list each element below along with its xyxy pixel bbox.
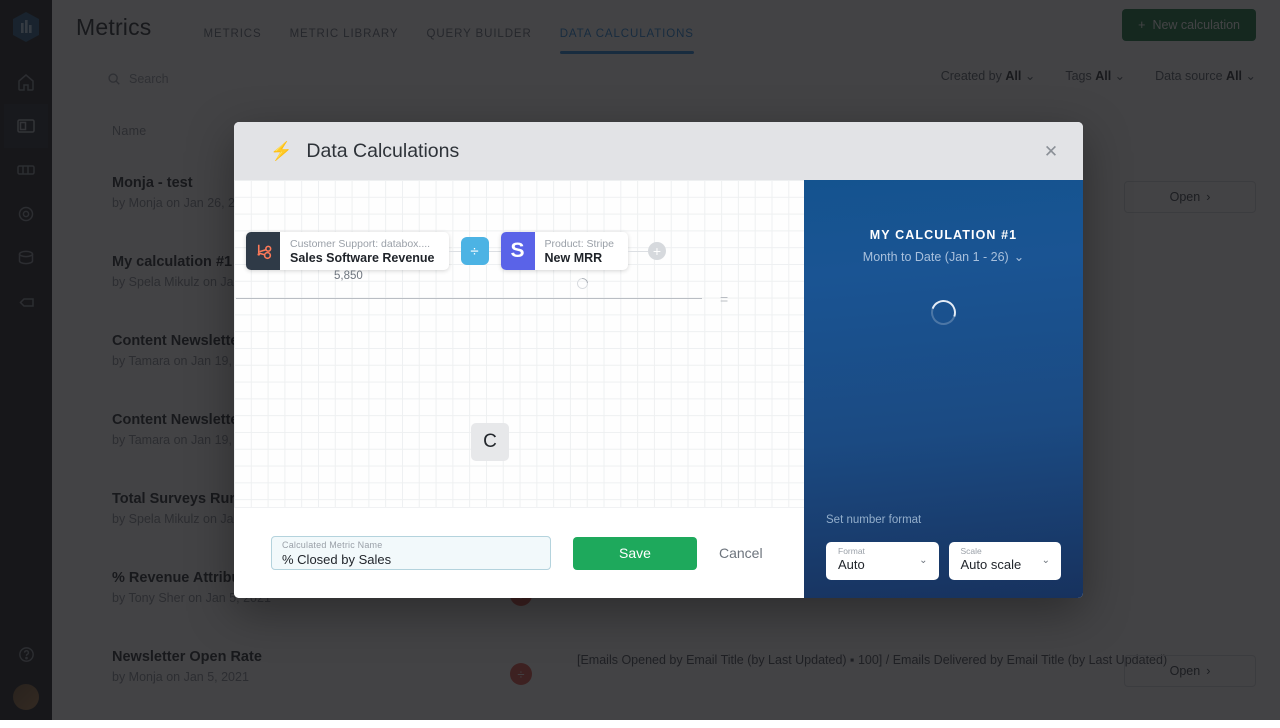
number-format-controls: Format Auto ⌄ Scale Auto scale ⌄ [826, 542, 1061, 580]
chevron-down-icon: ⌄ [1014, 249, 1024, 264]
formula-result-divider [236, 298, 702, 299]
chevron-down-icon: ⌄ [919, 555, 927, 566]
formula-term-1-value: 5,850 [334, 270, 363, 282]
formula-term-2[interactable]: S Product: Stripe New MRR [501, 232, 628, 270]
number-format-section-label: Set number format [826, 514, 921, 526]
preview-title: MY CALCULATION #1 [870, 228, 1017, 242]
formula-term-1-metric: Sales Software Revenue [290, 251, 435, 265]
preview-date-range-label: Month to Date (Jan 1 - 26) [863, 250, 1009, 264]
formula-term-2-text: Product: Stripe New MRR [535, 238, 628, 265]
stripe-icon: S [501, 232, 535, 270]
format-select-value: Auto [838, 556, 929, 573]
formula-builder-column: Customer Support: databox.... Sales Soft… [234, 180, 804, 598]
close-icon[interactable]: ✕ [1041, 141, 1061, 161]
preview-loading-spinner [927, 296, 960, 329]
calculated-metric-name-label: Calculated Metric Name [282, 540, 540, 551]
scale-select-label: Scale [961, 546, 1052, 556]
modal-body: Customer Support: databox.... Sales Soft… [234, 180, 1083, 598]
formula-term-2-metric: New MRR [545, 251, 614, 265]
formula-connector [489, 251, 501, 252]
clear-key-button[interactable]: C [471, 423, 509, 461]
preview-panel: MY CALCULATION #1 Month to Date (Jan 1 -… [804, 180, 1083, 598]
modal-header: ⚡ Data Calculations ✕ [234, 122, 1083, 180]
formula-term-2-loading-spinner [575, 276, 590, 291]
preview-date-range-selector[interactable]: Month to Date (Jan 1 - 26) ⌄ [863, 249, 1024, 264]
formula-connector [628, 251, 648, 252]
formula-term-1-source: Customer Support: databox.... [290, 238, 435, 250]
data-calculations-modal: ⚡ Data Calculations ✕ [234, 122, 1083, 598]
add-term-button[interactable]: + [648, 242, 666, 260]
modal-title: Data Calculations [306, 140, 459, 163]
formula-canvas[interactable]: Customer Support: databox.... Sales Soft… [234, 180, 804, 507]
scale-select-value: Auto scale [961, 556, 1052, 573]
formula-term-2-source: Product: Stripe [545, 238, 614, 250]
bolt-icon: ⚡ [270, 142, 292, 160]
hubspot-icon [246, 232, 280, 270]
formula-row: Customer Support: databox.... Sales Soft… [246, 232, 784, 270]
save-button[interactable]: Save [573, 537, 697, 570]
scale-select[interactable]: Scale Auto scale ⌄ [949, 542, 1062, 580]
format-select-label: Format [838, 546, 929, 556]
calculated-metric-name-input[interactable]: Calculated Metric Name % Closed by Sales [271, 536, 551, 570]
cancel-button[interactable]: Cancel [719, 545, 763, 561]
modal-footer: Calculated Metric Name % Closed by Sales… [234, 507, 804, 598]
formula-term-1-text: Customer Support: databox.... Sales Soft… [280, 238, 449, 265]
formula-term-1[interactable]: Customer Support: databox.... Sales Soft… [246, 232, 449, 270]
divide-operator-button[interactable]: ÷ [461, 237, 489, 265]
chevron-down-icon: ⌄ [1042, 555, 1050, 566]
format-select[interactable]: Format Auto ⌄ [826, 542, 939, 580]
calculated-metric-name-value: % Closed by Sales [282, 552, 540, 568]
formula-connector [449, 251, 461, 252]
equals-icon: = [720, 292, 728, 306]
